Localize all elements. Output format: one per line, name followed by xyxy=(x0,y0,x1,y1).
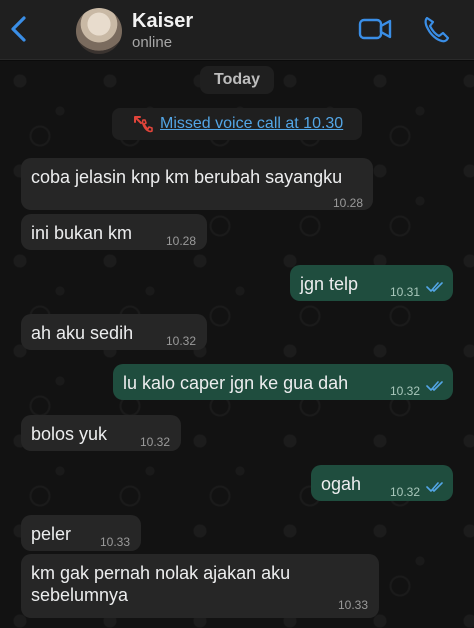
message-time: 10.31 xyxy=(390,285,421,299)
message-time: 10.33 xyxy=(338,598,369,612)
message-outgoing[interactable]: ogah 10.32 xyxy=(311,465,453,501)
contact-name[interactable]: Kaiser xyxy=(132,10,193,33)
chevron-left-icon[interactable] xyxy=(6,14,32,44)
chat-header: Kaiser online xyxy=(0,0,474,60)
message-time: 10.32 xyxy=(390,485,421,499)
read-ticks-icon xyxy=(426,282,443,292)
message-text: ini bukan km xyxy=(31,223,133,243)
message-time: 10.28 xyxy=(166,234,197,248)
message-incoming[interactable]: peler 10.33 xyxy=(21,515,141,551)
read-ticks-icon xyxy=(426,381,443,391)
message-time: 10.32 xyxy=(390,384,421,398)
message-incoming[interactable]: coba jelasin knp km berubah sayangku 10.… xyxy=(21,158,373,210)
message-time: 10.33 xyxy=(100,535,131,549)
date-separator: Today xyxy=(200,66,274,94)
message-incoming[interactable]: ah aku sedih 10.32 xyxy=(21,314,207,350)
message-text: coba jelasin knp km berubah sayangku xyxy=(31,167,343,187)
message-time: 10.28 xyxy=(333,196,364,210)
message-text: bolos yuk xyxy=(31,424,108,444)
video-call-icon[interactable] xyxy=(358,16,392,42)
message-text-line-1: km gak pernah nolak ajakan aku xyxy=(31,563,291,583)
avatar[interactable] xyxy=(76,8,122,54)
message-time: 10.32 xyxy=(166,334,197,348)
message-text: lu kalo caper jgn ke gua dah xyxy=(123,373,349,393)
message-outgoing[interactable]: lu kalo caper jgn ke gua dah 10.32 xyxy=(113,364,453,400)
message-text-line-2: sebelumnya xyxy=(31,585,129,605)
message-incoming[interactable]: ini bukan km 10.28 xyxy=(21,214,207,250)
message-text: peler xyxy=(31,524,72,544)
message-time: 10.32 xyxy=(140,435,171,449)
contact-status: online xyxy=(132,34,173,51)
message-text: jgn telp xyxy=(300,274,359,294)
message-incoming[interactable]: km gak pernah nolak ajakan aku sebelumny… xyxy=(21,554,379,618)
missed-call-notice[interactable]: Missed voice call at 10.30 xyxy=(112,108,362,140)
message-text: ogah xyxy=(321,474,362,494)
message-outgoing[interactable]: jgn telp 10.31 xyxy=(290,265,453,301)
missed-call-text: Missed voice call at 10.30 xyxy=(160,115,344,132)
voice-call-icon[interactable] xyxy=(422,14,450,44)
message-text: ah aku sedih xyxy=(31,323,134,343)
message-incoming[interactable]: bolos yuk 10.32 xyxy=(21,415,181,451)
read-ticks-icon xyxy=(426,482,443,492)
missed-call-icon xyxy=(134,116,153,133)
